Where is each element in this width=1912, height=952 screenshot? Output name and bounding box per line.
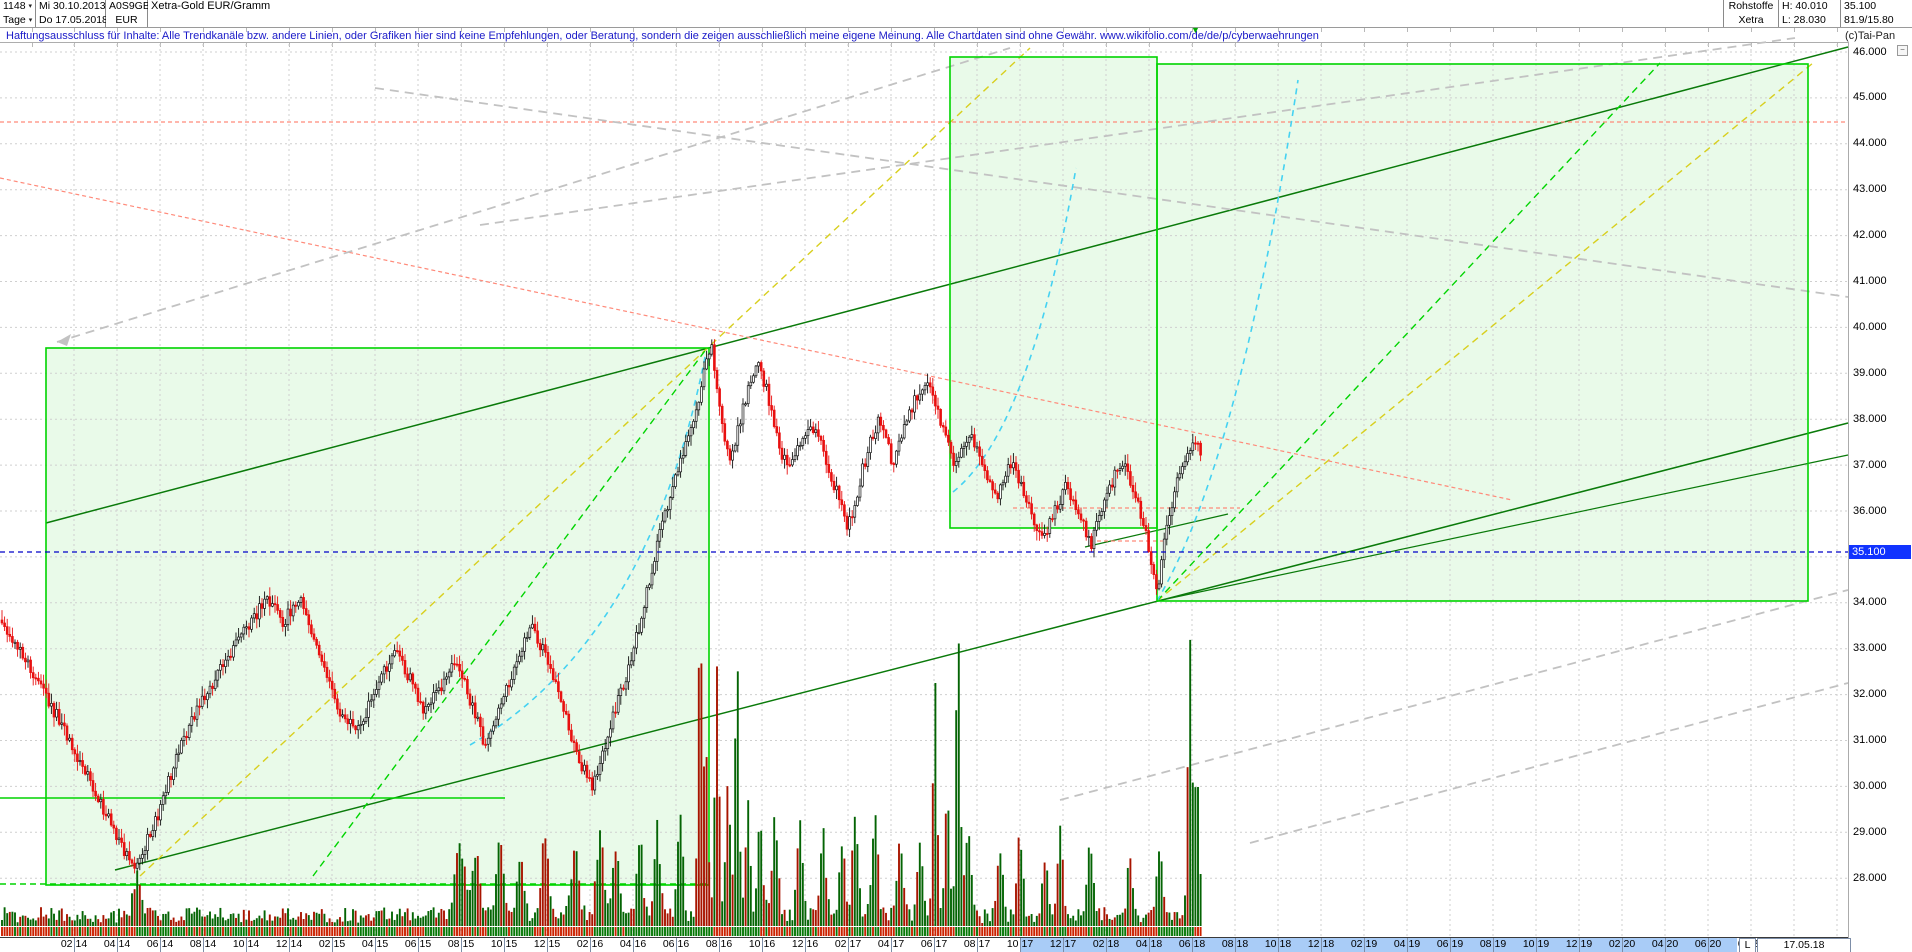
date-axis-label: 0620 xyxy=(1687,938,1729,952)
date-axis-label: 0817 xyxy=(956,938,998,952)
candle-color-strip xyxy=(1,927,1202,936)
price-axis-label: 28.000 xyxy=(1853,872,1911,885)
date-axis-label: 0618 xyxy=(1171,938,1213,952)
date-axis-label: 0615 xyxy=(397,938,439,952)
price-chart-canvas[interactable] xyxy=(0,0,1912,952)
date-axis-label: 1015 xyxy=(483,938,525,952)
date-axis-label: 0616 xyxy=(655,938,697,952)
last-bar-marker: L xyxy=(1739,938,1756,952)
date-axis-label: 0414 xyxy=(96,938,138,952)
price-axis-label: 34.000 xyxy=(1853,596,1911,609)
date-axis-label: 0816 xyxy=(698,938,740,952)
price-axis-label: 37.000 xyxy=(1853,459,1911,472)
price-axis-label: 43.000 xyxy=(1853,183,1911,196)
date-axis-label: 1219 xyxy=(1558,938,1600,952)
date-axis-label: 0815 xyxy=(440,938,482,952)
price-axis-label: 41.000 xyxy=(1853,275,1911,288)
last-date-box: 17.05.18 xyxy=(1757,938,1851,952)
date-axis-label: 0418 xyxy=(1128,938,1170,952)
date-axis-label: 0619 xyxy=(1429,938,1471,952)
date-axis-label: 0415 xyxy=(354,938,396,952)
date-axis-label: 0614 xyxy=(139,938,181,952)
collapse-icon[interactable]: − xyxy=(1897,45,1908,56)
date-axis: 0214041406140814101412140215041506150815… xyxy=(0,938,1912,952)
price-axis-label: 32.000 xyxy=(1853,688,1911,701)
date-axis-label: 1214 xyxy=(268,938,310,952)
date-axis-label: 0420 xyxy=(1644,938,1686,952)
date-axis-label: 0419 xyxy=(1386,938,1428,952)
date-axis-label: 0215 xyxy=(311,938,353,952)
date-axis-label: 0818 xyxy=(1214,938,1256,952)
channel-box-fills xyxy=(46,57,1808,885)
date-axis-label: 1018 xyxy=(1257,938,1299,952)
date-axis-label: 1215 xyxy=(526,938,568,952)
date-axis-label: 0218 xyxy=(1085,938,1127,952)
price-axis-label: 30.000 xyxy=(1853,780,1911,793)
date-axis-label: 1218 xyxy=(1300,938,1342,952)
scroll-position-marker-icon[interactable]: ▼ xyxy=(1191,25,1200,35)
price-axis-label: 45.000 xyxy=(1853,91,1911,104)
date-axis-label: 1014 xyxy=(225,938,267,952)
date-axis-label: 0219 xyxy=(1343,938,1385,952)
date-axis-label: 1017 xyxy=(999,938,1041,952)
date-axis-label: 1016 xyxy=(741,938,783,952)
date-axis-label: 1217 xyxy=(1042,938,1084,952)
date-axis-label: 1216 xyxy=(784,938,826,952)
price-axis-label: 40.000 xyxy=(1853,321,1911,334)
disclaimer-text: Haftungsausschluss für Inhalte: Alle Tre… xyxy=(6,30,1319,42)
date-axis-label: 0617 xyxy=(913,938,955,952)
date-axis-label: 0220 xyxy=(1601,938,1643,952)
price-axis-label: 31.000 xyxy=(1853,734,1911,747)
price-axis-label: 29.000 xyxy=(1853,826,1911,839)
current-price-badge: 35.100 xyxy=(1849,545,1911,559)
taipan-chart-window: 1148 ▾ Tage ▾ Mi 30.10.2013 Do 17.05.201… xyxy=(0,0,1912,952)
date-axis-label: 0214 xyxy=(53,938,95,952)
price-axis-label: 39.000 xyxy=(1853,367,1911,380)
price-axis-label: 33.000 xyxy=(1853,642,1911,655)
price-axis-label: 44.000 xyxy=(1853,137,1911,150)
date-axis-label: 0417 xyxy=(870,938,912,952)
date-axis-label: 0216 xyxy=(569,938,611,952)
date-axis-label: 0819 xyxy=(1472,938,1514,952)
copyright-label: (c)Tai-Pan xyxy=(1845,30,1895,42)
price-axis-label: 36.000 xyxy=(1853,505,1911,518)
date-axis-label: 1019 xyxy=(1515,938,1557,952)
date-axis-label: 0814 xyxy=(182,938,224,952)
price-axis-label: 42.000 xyxy=(1853,229,1911,242)
price-axis-label: 38.000 xyxy=(1853,413,1911,426)
date-axis-label: 0217 xyxy=(827,938,869,952)
date-axis-label: 0416 xyxy=(612,938,654,952)
